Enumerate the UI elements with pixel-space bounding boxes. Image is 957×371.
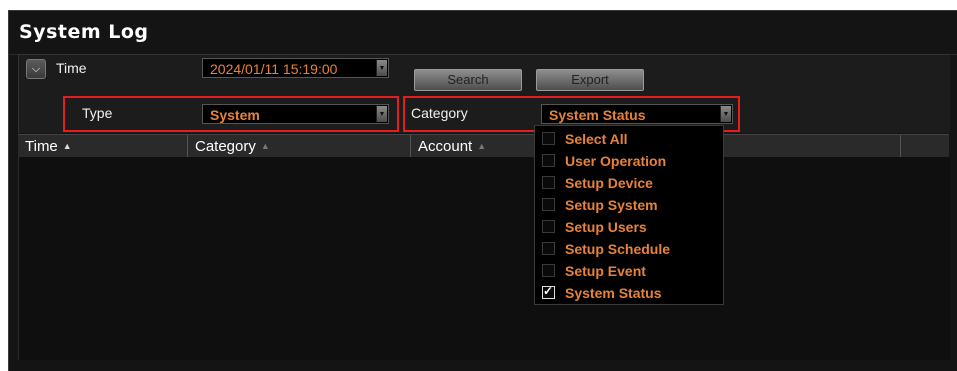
option-label: Setup Schedule xyxy=(565,241,671,257)
checkbox-icon[interactable] xyxy=(542,176,555,189)
option-label: Select All xyxy=(565,131,628,147)
column-header-category[interactable]: Category ▲ xyxy=(188,135,411,157)
category-option-user-operation[interactable]: User Operation xyxy=(535,151,721,173)
checkbox-icon[interactable] xyxy=(542,132,555,145)
option-label: Setup System xyxy=(565,197,658,213)
checkbox-icon[interactable] xyxy=(542,242,555,255)
search-button[interactable]: Search xyxy=(414,69,522,91)
option-label: Setup Event xyxy=(565,263,646,279)
sort-asc-icon: ▲ xyxy=(62,141,72,151)
column-label: Time xyxy=(25,138,58,155)
collapse-filters-button[interactable]: ⌵ xyxy=(26,59,46,79)
category-option-setup-event[interactable]: Setup Event xyxy=(535,261,721,283)
category-option-setup-system[interactable]: Setup System xyxy=(535,195,721,217)
category-option-setup-device[interactable]: Setup Device xyxy=(535,173,721,195)
table-header: Time ▲ Category ▲ Account ▲ xyxy=(18,134,949,158)
time-select[interactable]: 2024/01/11 15:19:00 ▼ xyxy=(202,58,389,78)
page-title: System Log xyxy=(19,21,149,43)
option-label: User Operation xyxy=(565,153,667,169)
export-button[interactable]: Export xyxy=(536,69,644,91)
sort-asc-icon: ▲ xyxy=(477,141,487,151)
category-option-setup-schedule[interactable]: Setup Schedule xyxy=(535,239,721,261)
column-label: Account xyxy=(418,138,473,155)
column-label: Category xyxy=(195,138,256,155)
checkbox-checked-icon[interactable] xyxy=(542,284,555,299)
chevron-down-icon: ⌵ xyxy=(31,63,41,75)
checkbox-icon[interactable] xyxy=(542,264,555,277)
log-table-body xyxy=(18,157,950,360)
type-highlight xyxy=(63,96,399,132)
checkbox-icon[interactable] xyxy=(542,198,555,211)
column-header-time[interactable]: Time ▲ xyxy=(18,135,188,157)
category-option-setup-users[interactable]: Setup Users xyxy=(535,217,721,239)
sort-asc-icon: ▲ xyxy=(260,141,270,151)
option-label: Setup Device xyxy=(565,175,653,191)
checkbox-icon[interactable] xyxy=(542,220,555,233)
checkbox-icon[interactable] xyxy=(542,154,555,167)
time-value: 2024/01/11 15:19:00 xyxy=(210,61,338,77)
dropdown-arrow-icon: ▼ xyxy=(376,60,387,76)
category-option-select-all[interactable]: Select All xyxy=(535,129,721,151)
time-label: Time xyxy=(56,60,87,76)
category-dropdown-list: Select All User Operation Setup Device S… xyxy=(534,125,724,305)
category-option-system-status[interactable]: System Status xyxy=(535,283,721,305)
option-label: System Status xyxy=(565,285,662,301)
option-label: Setup Users xyxy=(565,219,647,235)
